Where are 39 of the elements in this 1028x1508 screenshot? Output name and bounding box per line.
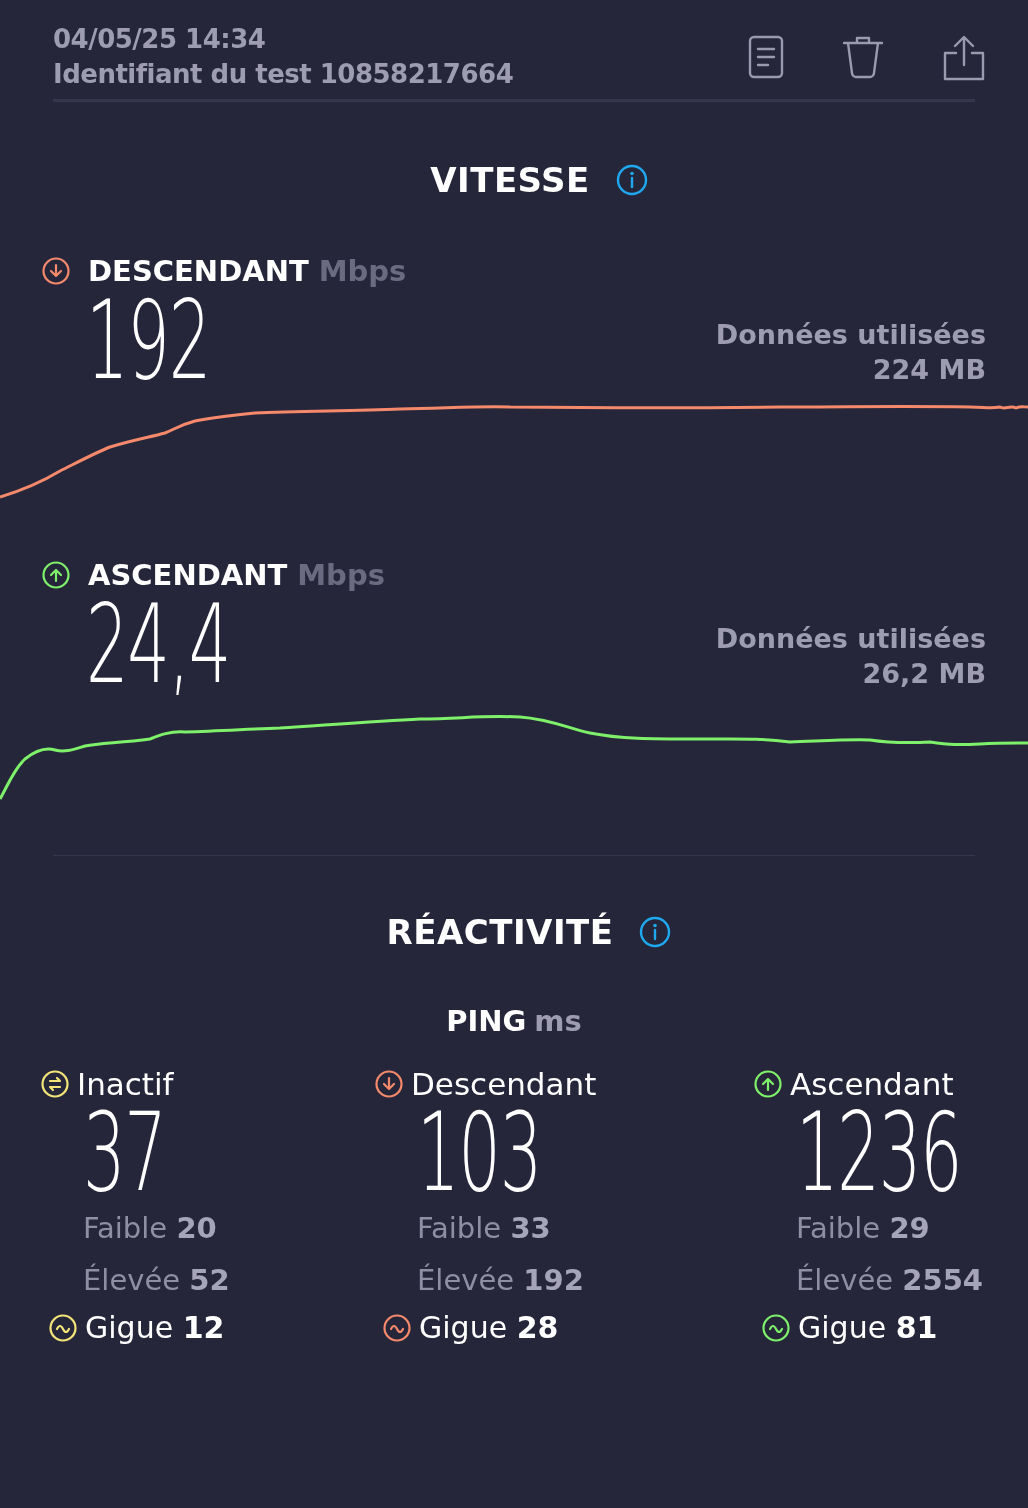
data-used-amount: 26,2 MB [861,657,986,691]
ping-type-label: Ascendant [790,1066,954,1102]
ping-value: 1236 [796,1104,962,1202]
speed-value: 24,4 [86,595,231,695]
share-icon[interactable] [942,35,986,81]
jitter-value: Gigue 81 [798,1310,938,1345]
data-used-label: Données utilisées [715,622,986,656]
trash-icon[interactable] [842,35,884,79]
section-title: VITESSE [430,160,590,200]
info-icon[interactable] [615,164,648,196]
unit-label: Mbps [318,254,407,288]
jitter-value: Gigue 12 [85,1310,225,1345]
data-used-label: Données utilisées [715,318,986,352]
info-icon[interactable] [639,916,672,948]
ping-type-label: Descendant [411,1066,597,1102]
unit-label: ms [534,1004,582,1038]
test-label: DESCENDANT [88,254,309,288]
document-icon[interactable] [748,35,784,79]
speed-value: 192 [86,291,211,391]
section-title: RÉACTIVITÉ [386,912,614,952]
data-used-amount: 224 MB [871,353,986,387]
wave-icon [49,1313,77,1342]
high-ping: Élevée 52 [83,1262,231,1299]
ping-type-label: Inactif [77,1066,174,1102]
unit-label: Mbps [297,558,385,592]
jitter-value: Gigue 28 [419,1310,559,1345]
low-ping: Faible 33 [417,1210,552,1247]
wave-icon [383,1313,411,1342]
high-ping: Élevée 2554 [796,1262,984,1299]
wave-icon [762,1313,790,1342]
ping-label: PING [446,1004,527,1038]
ping-value: 37 [83,1104,166,1202]
high-ping: Élevée 192 [417,1262,585,1299]
ping-value: 103 [417,1104,542,1202]
test-id: Identifiant du test 10858217664 [53,58,514,91]
test-date: 04/05/25 14:34 [53,23,267,56]
test-label: ASCENDANT [88,558,288,592]
low-ping: Faible 20 [83,1210,218,1247]
low-ping: Faible 29 [796,1210,931,1247]
